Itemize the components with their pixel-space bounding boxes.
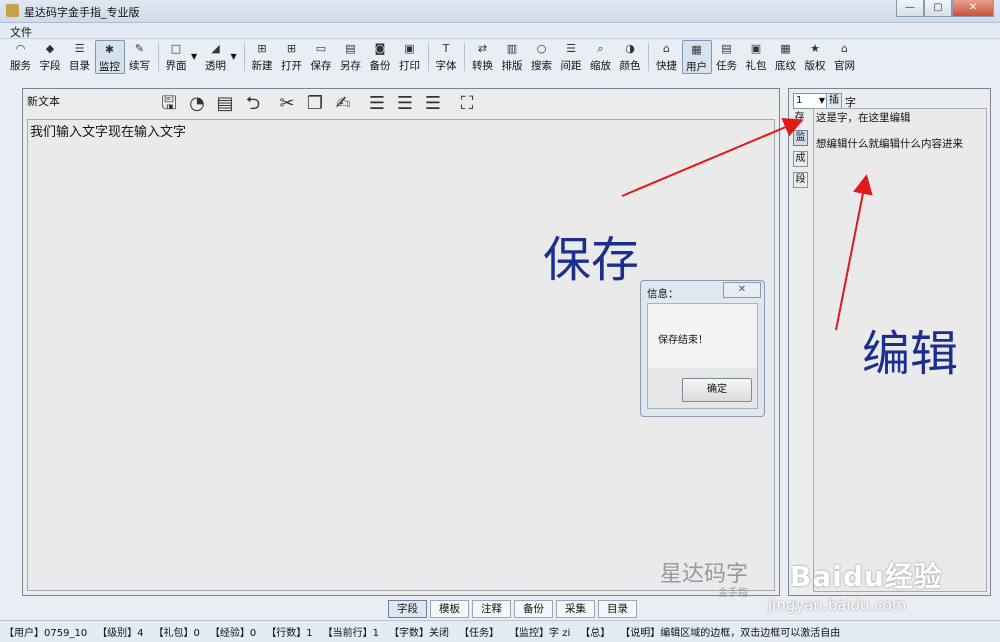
tab-template[interactable]: 模板 [430,600,469,618]
tab-backup[interactable]: 备份 [514,600,553,618]
status-description: 【说明】编辑区域的边框，双击边框可以激活自由 [620,628,841,639]
status-current-line: 【当前行】1 [322,628,380,639]
tab-field[interactable]: 字段 [388,600,427,618]
status-exp: 【经验】0 [209,628,257,639]
status-level: 【级别】4 [97,628,144,639]
dialog-close-icon[interactable]: ✕ [723,282,761,298]
dialog-title: 信息： [647,288,679,300]
tab-collect[interactable]: 采集 [556,600,595,618]
annotation-arrows [621,117,873,331]
dialog-body: 保存结束！ 确定 [647,303,758,409]
info-dialog: 信息： ✕ 保存结束！ 确定 [640,280,765,417]
status-monitor: 【监控】字 zi [509,628,571,639]
status-gift: 【礼包】0 [153,628,200,639]
status-task: 【任务】 [459,628,500,639]
status-wordcount: 【字数】关闭 [389,628,450,639]
dialog-ok-button[interactable]: 确定 [682,378,752,402]
annotation-save: 保存 [543,232,640,288]
watermark-url: jingyan.baidu.com [768,596,907,614]
status-user: 【用户】0759_10 [4,628,88,639]
save-arrow [621,117,804,197]
bottom-tabs: 字段 模板 注释 备份 采集 目录 [388,600,640,618]
status-total: 【总】 [580,628,611,639]
dialog-message: 保存结束！ [658,335,708,346]
status-lines: 【行数】1 [266,628,313,639]
tab-notes[interactable]: 注释 [472,600,511,618]
tab-catalog[interactable]: 目录 [598,600,637,618]
watermark-brand: Baidu经验 [790,560,943,593]
edit-arrow [835,174,873,331]
status-bar: 【用户】0759_10 【级别】4 【礼包】0 【经验】0 【行数】1 【当前行… [0,620,1000,642]
annotation-edit: 编辑 [862,326,959,382]
